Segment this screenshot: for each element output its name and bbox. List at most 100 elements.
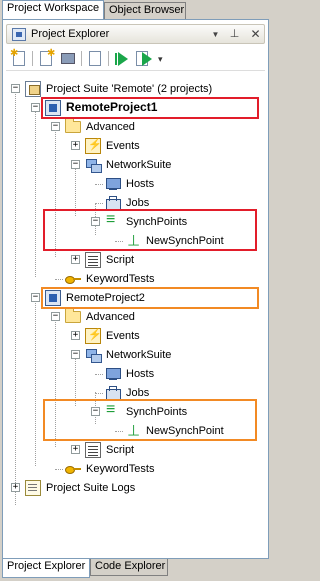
collapse-icon[interactable]: − [51,312,60,321]
collapse-icon[interactable]: − [91,407,100,416]
tree-item-script[interactable]: + Script [3,441,263,459]
tree-item-label: SynchPoints [126,406,188,418]
synch-points-icon [105,401,121,420]
tree-item-hosts[interactable]: Hosts [3,175,263,193]
tab-project-explorer[interactable]: Project Explorer [2,559,90,578]
project-icon [45,100,61,116]
toolbar-separator [32,51,33,66]
panel-toolbar: ✱ ✱ ▾ [6,47,265,71]
tree-item-events[interactable]: + Events [3,137,263,155]
tab-project-workspace[interactable]: Project Workspace [2,0,104,19]
tree-item-synch-points[interactable]: − SynchPoints [3,401,263,421]
panel-title: Project Explorer [31,28,110,40]
tree-item-events[interactable]: + Events [3,327,263,345]
synch-point-icon [125,233,141,249]
tree-item-label: RemoteProject2 [66,292,145,304]
tree-item-label: Events [106,140,140,152]
tree-item-label: Project Suite Logs [46,482,136,494]
keyword-tests-icon [65,461,81,477]
jobs-icon [105,385,121,401]
tree-item-label: Jobs [126,197,150,209]
tree-item-label: KeywordTests [86,463,155,475]
toolbar-separator [81,51,82,66]
tree-item-label: RemoteProject1 [66,100,158,114]
tree-item-label: Script [106,444,135,456]
tree-item-new-synch-point[interactable]: NewSynchPoint [3,232,263,250]
collapse-icon[interactable]: − [51,122,60,131]
tree-item-remote-project-1[interactable]: − RemoteProject1 [3,99,263,117]
tree-item-label: NetworkSuite [106,349,172,361]
network-suite-icon [85,347,102,363]
network-suite-icon [85,157,102,173]
tree-item-hosts[interactable]: Hosts [3,365,263,383]
tree-item-synch-points[interactable]: − SynchPoints [3,211,263,231]
tree-item-advanced[interactable]: − Advanced [3,118,263,136]
folder-open-icon [65,308,81,323]
tree-item-project-suite-logs[interactable]: + Project Suite Logs [3,479,263,497]
tree-item-label: Script [106,254,135,266]
tree-item-label: Events [106,330,140,342]
tree-item-network-suite[interactable]: − NetworkSuite [3,346,263,364]
tree-item-new-synch-point[interactable]: NewSynchPoint [3,422,263,440]
tree-item-jobs[interactable]: Jobs [3,384,263,402]
expand-icon[interactable]: + [71,445,80,454]
properties-icon[interactable] [86,50,104,68]
folder-open-icon [65,118,81,133]
tree-item-label: Hosts [126,178,155,190]
run-icon[interactable] [113,50,131,68]
script-icon [85,442,101,458]
tree-item-project-suite[interactable]: − Project Suite 'Remote' (2 projects) [3,80,263,98]
expand-icon[interactable]: + [71,255,80,264]
close-icon[interactable]: ✕ [249,28,262,41]
expand-icon[interactable]: + [71,331,80,340]
add-new-item-icon[interactable]: ✱ [10,48,28,68]
save-icon[interactable] [59,50,77,68]
tab-code-explorer[interactable]: Code Explorer [90,559,168,576]
dropdown-arrow-icon[interactable]: ▾ [155,50,165,68]
tree-item-label: KeywordTests [86,273,155,285]
tree-item-advanced[interactable]: − Advanced [3,308,263,326]
tree-item-script[interactable]: + Script [3,251,263,269]
tree-item-remote-project-2[interactable]: − RemoteProject2 [3,289,263,307]
project-explorer-icon [12,28,26,41]
run-selected-icon[interactable] [135,50,153,68]
synch-point-icon [125,423,141,439]
tree-item-keyword-tests[interactable]: KeywordTests [3,270,263,288]
hosts-icon [105,366,121,382]
tree-item-label: NewSynchPoint [146,425,224,437]
bottom-tab-strip: Project Explorer Code Explorer [0,559,271,581]
logs-icon [25,480,41,496]
tree-item-label: NewSynchPoint [146,235,224,247]
hosts-icon [105,176,121,192]
tree-item-label: Advanced [86,121,135,133]
tree-item-label: Hosts [126,368,155,380]
expand-icon[interactable]: + [71,141,80,150]
tree-item-network-suite[interactable]: − NetworkSuite [3,156,263,174]
events-icon [85,138,102,154]
tree-item-label: Jobs [126,387,150,399]
keyword-tests-icon [65,271,81,287]
collapse-icon[interactable]: − [31,293,40,302]
collapse-icon[interactable]: − [71,160,80,169]
events-icon [85,328,102,344]
panel-title-bar: Project Explorer ▼ ⊥ ✕ [6,24,265,44]
top-tab-strip: Project Workspace Object Browser [0,0,271,19]
collapse-icon[interactable]: − [11,84,20,93]
project-tree: − Project Suite 'Remote' (2 projects) − … [3,76,268,556]
collapse-icon[interactable]: − [91,217,100,226]
collapse-icon[interactable]: − [71,350,80,359]
tree-item-label: Advanced [86,311,135,323]
collapse-icon[interactable]: − [31,103,40,112]
project-icon [45,290,61,306]
dropdown-arrow-icon[interactable]: ▼ [209,28,222,41]
project-explorer-panel: Project Explorer ▼ ⊥ ✕ ✱ ✱ ▾ − Project S… [2,19,269,559]
expand-icon[interactable]: + [11,483,20,492]
tree-item-keyword-tests[interactable]: KeywordTests [3,460,263,478]
pin-icon[interactable]: ⊥ [228,28,241,41]
tree-item-jobs[interactable]: Jobs [3,194,263,212]
synch-points-icon [105,211,121,230]
new-document-icon[interactable]: ✱ [37,48,55,68]
jobs-icon [105,195,121,211]
tab-object-browser[interactable]: Object Browser [104,2,186,19]
script-icon [85,252,101,268]
